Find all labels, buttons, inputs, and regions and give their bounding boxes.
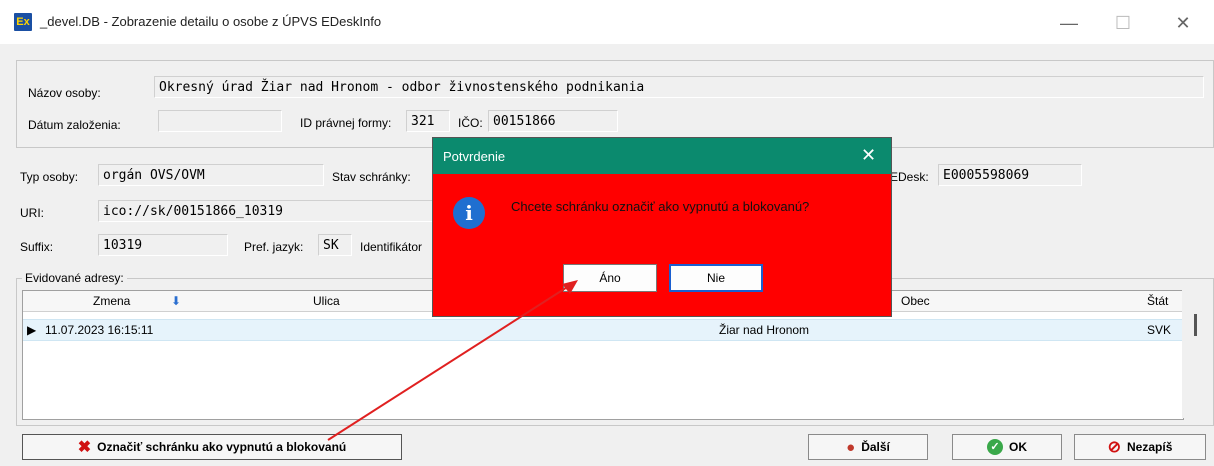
dialog-message: Chcete schránku označiť ako vypnutú a bl…	[511, 199, 810, 214]
ident-label: Identifikátor	[360, 240, 423, 254]
id-pravnej-label: ID právnej formy:	[300, 116, 392, 130]
col-zmena[interactable]: Zmena	[93, 294, 130, 308]
pref-label: Pref. jazyk:	[244, 240, 304, 254]
uri-field[interactable]: ico://sk/00151866_10319	[98, 200, 438, 222]
pref-field[interactable]: SK	[318, 234, 352, 256]
col-ulica[interactable]: Ulica	[313, 294, 340, 308]
check-icon: ✓	[987, 439, 1003, 455]
suffix-label: Suffix:	[20, 240, 54, 254]
suffix-field[interactable]: 10319	[98, 234, 228, 256]
dialog-title: Potvrdenie	[443, 149, 506, 164]
stav-label: Stav schránky:	[332, 170, 411, 184]
nazov-field[interactable]: Okresný úrad Žiar nad Hronom - odbor živ…	[154, 76, 1204, 98]
cell-obec: Žiar nad Hronom	[719, 323, 810, 337]
edesk-field[interactable]: E0005598069	[938, 164, 1082, 186]
dialog-title-bar: Potvrdenie ✕	[433, 138, 891, 174]
ico-field[interactable]: 00151866	[488, 110, 618, 132]
datum-label: Dátum založenia:	[28, 118, 121, 132]
table-row[interactable]: ▶ 11.07.2023 16:15:11 Žiar nad Hronom SV…	[23, 319, 1183, 341]
next-label: Ďalší	[861, 440, 890, 454]
scroll-thumb[interactable]	[1194, 314, 1197, 336]
typ-label: Typ osoby:	[20, 170, 79, 184]
ok-button[interactable]: ✓ OK	[952, 434, 1062, 460]
ico-label: IČO:	[458, 116, 483, 130]
prohibited-icon: ⊘	[1107, 439, 1122, 456]
cell-zmena: 11.07.2023 16:15:11	[45, 323, 154, 337]
title-bar: Ex _devel.DB - Zobrazenie detailu o osob…	[0, 0, 1214, 44]
cancel-button[interactable]: ⊘ Nezapíš	[1074, 434, 1206, 460]
no-button[interactable]: Nie	[669, 264, 763, 292]
next-button[interactable]: ● Ďalší	[808, 434, 928, 460]
mark-disabled-button[interactable]: ✖ Označiť schránku ako vypnutú a blokova…	[22, 434, 402, 460]
cancel-label: Nezapíš	[1127, 440, 1173, 454]
row-pointer-icon: ▶	[27, 323, 37, 337]
col-stat[interactable]: Štát	[1147, 294, 1168, 308]
red-x-icon: ✖	[77, 439, 92, 456]
cell-stat: SVK	[1147, 323, 1172, 337]
ok-label: OK	[1009, 440, 1027, 454]
col-obec[interactable]: Obec	[901, 294, 930, 308]
minimize-button[interactable]: —	[1046, 8, 1092, 38]
person-name-panel	[16, 60, 1214, 148]
app-icon: Ex	[14, 13, 32, 31]
edesk-label: EDesk:	[890, 170, 929, 184]
dialog-close-button[interactable]: ✕	[861, 145, 876, 166]
address-group-legend: Evidované adresy:	[22, 271, 127, 285]
id-pravnej-field[interactable]: 321	[406, 110, 450, 132]
info-icon: i	[453, 197, 485, 229]
mark-disabled-label: Označiť schránku ako vypnutú a blokovanú	[97, 440, 347, 454]
window-title: _devel.DB - Zobrazenie detailu o osobe z…	[40, 14, 382, 29]
uri-label: URI:	[20, 206, 44, 220]
typ-field[interactable]: orgán OVS/OVM	[98, 164, 324, 186]
confirm-dialog: Potvrdenie ✕ i Chcete schránku označiť a…	[432, 137, 892, 317]
datum-field[interactable]	[158, 110, 282, 132]
sort-down-icon[interactable]: ⬇	[171, 294, 181, 308]
next-icon: ●	[846, 438, 856, 456]
nazov-label: Názov osoby:	[28, 86, 101, 100]
table-scrollbar[interactable]	[1182, 290, 1210, 418]
yes-button[interactable]: Áno	[563, 264, 657, 292]
maximize-button[interactable]: ☐	[1100, 8, 1146, 38]
close-window-button[interactable]: ✕	[1160, 8, 1206, 38]
